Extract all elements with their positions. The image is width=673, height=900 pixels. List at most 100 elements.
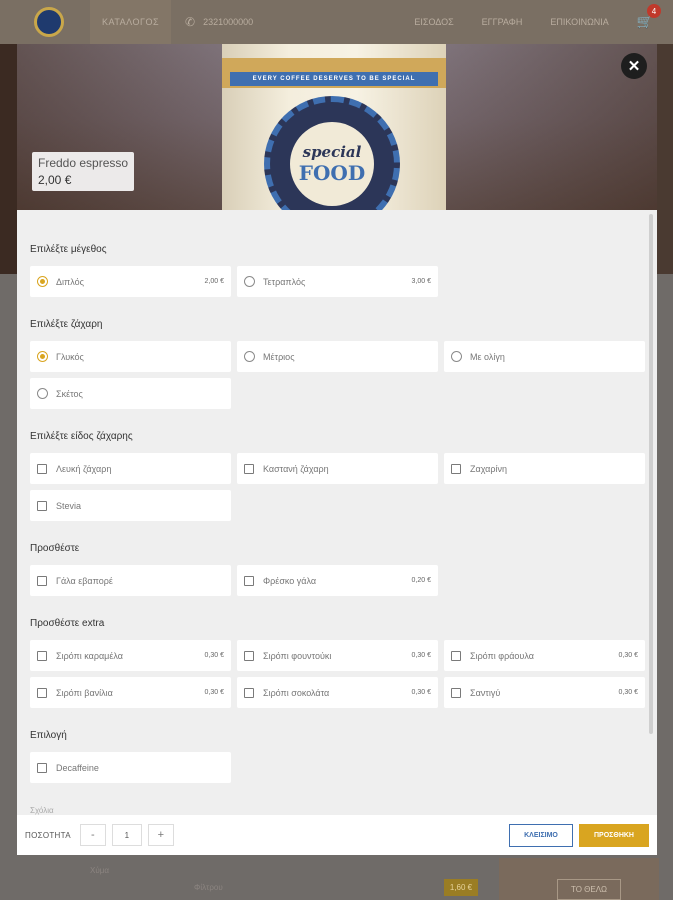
option-label: Σιρόπι φράουλα <box>470 650 534 661</box>
option-price: 0,30 € <box>204 689 224 696</box>
quantity-plus-button[interactable]: + <box>147 824 174 846</box>
option-label: Γάλα εβαπορέ <box>56 575 113 586</box>
quantity-label: ΠΟΣΟΤΗΤΑ <box>25 830 71 840</box>
background-item-text: Φίλτρου <box>194 883 223 892</box>
product-hero-image: EVERY COFFEE DESERVES TO BE SPECIAL spec… <box>17 44 657 210</box>
group-title-size: Επιλέξτε μέγεθος <box>30 244 107 255</box>
option-label: Μέτριος <box>263 351 295 362</box>
sugar-type-option[interactable]: Λευκή ζάχαρη <box>30 453 231 484</box>
sugar-type-option[interactable]: Καστανή ζάχαρη <box>237 453 438 484</box>
product-price: 2,00 € <box>38 173 72 187</box>
option-label: Διπλός <box>56 276 84 287</box>
close-icon[interactable]: ✕ <box>621 53 647 79</box>
scrollbar[interactable] <box>649 214 653 734</box>
cup-ribbon: EVERY COFFEE DESERVES TO BE SPECIAL <box>230 72 438 86</box>
group-title-extra: Προσθέστε extra <box>30 618 105 629</box>
radio[interactable] <box>37 388 48 399</box>
checkbox[interactable] <box>451 463 461 474</box>
background-sidebar-text: Χύμα <box>90 866 109 875</box>
option-label: Φρέσκο γάλα <box>263 575 317 586</box>
extra-option[interactable]: Σιρόπι καραμέλα 0,30 € <box>30 640 231 671</box>
add-option[interactable]: Γάλα εβαπορέ <box>30 565 231 596</box>
size-option[interactable]: Τετραπλός 3,00 € <box>237 266 438 297</box>
extra-option[interactable]: Σιρόπι βανίλια 0,30 € <box>30 677 231 708</box>
option-price: 3,00 € <box>411 278 431 285</box>
seal-line-2: FOOD <box>298 161 366 185</box>
quantity-input[interactable]: 1 <box>111 824 142 846</box>
extra-option[interactable]: Σιρόπι φράουλα 0,30 € <box>444 640 645 671</box>
extra-option[interactable]: Σαντιγύ 0,30 € <box>444 677 645 708</box>
site-logo[interactable] <box>34 7 64 37</box>
size-option[interactable]: Διπλός 2,00 € <box>30 266 231 297</box>
checkbox[interactable] <box>37 762 47 773</box>
close-button[interactable]: ΚΛΕΙΣΙΜΟ <box>509 823 573 847</box>
option-label: Stevia <box>56 500 82 511</box>
option-label: Καστανή ζάχαρη <box>263 463 329 474</box>
sugar-options: Γλυκός Μέτριος Με ολίγη Σκέτος <box>30 341 645 409</box>
option-price: 2,00 € <box>204 278 224 285</box>
brand-seal: special FOOD <box>264 96 400 210</box>
background-item-price: 1,60 € <box>444 879 478 896</box>
add-to-cart-button[interactable]: ΠΡΟΣΘΗΚΗ <box>579 823 649 847</box>
option-label: Σκέτος <box>56 388 83 399</box>
radio[interactable] <box>244 276 255 287</box>
checkbox[interactable] <box>451 650 461 661</box>
checkbox[interactable] <box>37 463 47 474</box>
sugar-type-options: Λευκή ζάχαρη Καστανή ζάχαρη Ζαχαρίνη Ste… <box>30 453 645 521</box>
size-options: Διπλός 2,00 € Τετραπλός 3,00 € <box>30 266 644 297</box>
option-label: Decaffeine <box>56 762 99 773</box>
sugar-type-option[interactable]: Stevia <box>30 490 231 521</box>
sugar-option[interactable]: Σκέτος <box>30 378 231 409</box>
radio[interactable] <box>451 351 462 362</box>
nav-phone[interactable]: ✆ 2321000000 <box>185 15 253 29</box>
checkbox[interactable] <box>37 575 47 586</box>
background-image-right <box>657 44 673 274</box>
nav-contact[interactable]: ΕΠΙΚΟΙΝΩΝΙΑ <box>550 17 608 27</box>
option-price: 0,30 € <box>618 689 638 696</box>
sugar-option[interactable]: Γλυκός <box>30 341 231 372</box>
modal-footer: ΠΟΣΟΤΗΤΑ - 1 + ΚΛΕΙΣΙΜΟ ΠΡΟΣΘΗΚΗ <box>17 815 657 855</box>
group-title-add: Προσθέστε <box>30 543 80 554</box>
group-title-choice: Επιλογή <box>30 730 67 741</box>
extra-option[interactable]: Σιρόπι φουντούκι 0,30 € <box>237 640 438 671</box>
option-label: Με ολίγη <box>470 351 505 362</box>
radio-selected[interactable] <box>37 276 48 287</box>
sugar-option[interactable]: Με ολίγη <box>444 341 645 372</box>
quantity-minus-button[interactable]: - <box>79 824 106 846</box>
nav-right: ΕΙΣΟΔΟΣ ΕΓΓΡΑΦΗ ΕΠΙΚΟΙΝΩΝΙΑ 🛒 4 <box>414 0 661 44</box>
seal-line-1: special <box>302 143 362 161</box>
checkbox[interactable] <box>37 687 47 698</box>
sugar-type-option[interactable]: Ζαχαρίνη <box>444 453 645 484</box>
option-label: Τετραπλός <box>263 276 306 287</box>
option-label: Γλυκός <box>56 351 84 362</box>
group-title-sugar-type: Επιλέξτε είδος ζάχαρης <box>30 431 133 442</box>
nav-register[interactable]: ΕΓΓΡΑΦΗ <box>482 17 523 27</box>
checkbox[interactable] <box>451 687 461 698</box>
product-options-modal: EVERY COFFEE DESERVES TO BE SPECIAL spec… <box>17 44 657 855</box>
product-label: Freddo espresso 2,00 € <box>32 152 135 191</box>
comments-label: Σχόλια <box>30 806 54 815</box>
extra-option[interactable]: Σιρόπι σοκολάτα 0,30 € <box>237 677 438 708</box>
choice-options: Decaffeine <box>30 752 644 783</box>
cart-icon[interactable]: 🛒 4 <box>637 4 661 30</box>
radio[interactable] <box>244 351 255 362</box>
checkbox[interactable] <box>37 500 47 511</box>
checkbox[interactable] <box>244 650 254 661</box>
nav-catalog[interactable]: ΚΑΤΑΛΟΓΟΣ <box>90 0 172 44</box>
radio-selected[interactable] <box>37 351 48 362</box>
extra-options: Σιρόπι καραμέλα 0,30 € Σιρόπι φουντούκι … <box>30 640 645 708</box>
phone-number: 2321000000 <box>203 17 254 27</box>
add-option[interactable]: Φρέσκο γάλα 0,20 € <box>237 565 438 596</box>
checkbox[interactable] <box>244 575 254 586</box>
checkbox[interactable] <box>244 687 254 698</box>
background-image-left <box>0 44 18 274</box>
sugar-option[interactable]: Μέτριος <box>237 341 438 372</box>
nav-login[interactable]: ΕΙΣΟΔΟΣ <box>414 17 453 27</box>
footer-actions: ΚΛΕΙΣΙΜΟ ΠΡΟΣΘΗΚΗ <box>509 823 649 847</box>
choice-option[interactable]: Decaffeine <box>30 752 231 783</box>
checkbox[interactable] <box>244 463 254 474</box>
option-label: Σαντιγύ <box>470 687 501 698</box>
phone-icon: ✆ <box>185 15 196 29</box>
checkbox[interactable] <box>37 650 47 661</box>
product-title: Freddo espresso <box>38 156 129 170</box>
